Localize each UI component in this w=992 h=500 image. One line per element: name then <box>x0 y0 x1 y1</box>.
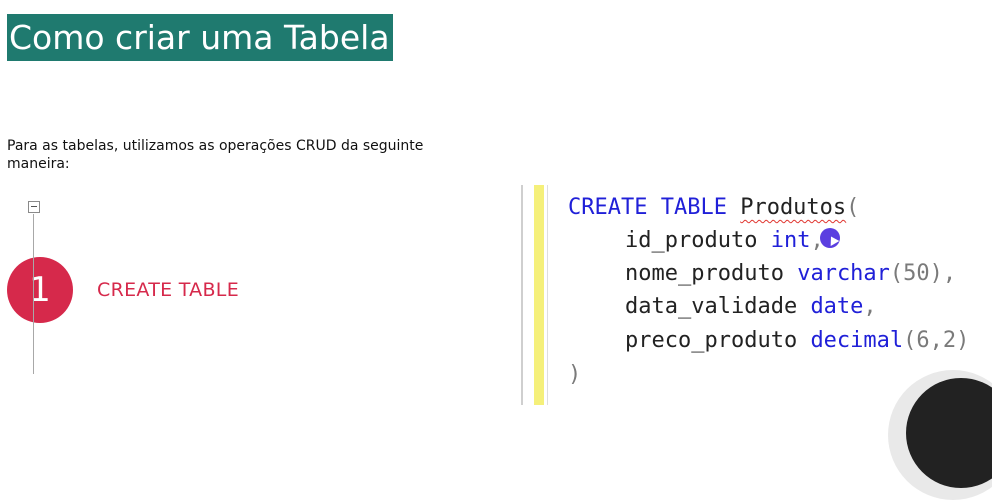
type-args-token: (6,2) <box>903 328 970 353</box>
column-name-token: data_validade <box>625 294 798 319</box>
code-line-5[interactable]: preco_produto decimal(6,2) <box>625 330 969 352</box>
outline-margin <box>547 185 548 405</box>
page-title: Como criar uma Tabela <box>9 18 390 57</box>
code-line-6[interactable]: ) <box>568 364 581 386</box>
step-label: CREATE TABLE <box>97 279 239 301</box>
code-line-3[interactable]: nome_produto varchar(50), <box>625 263 956 285</box>
type-token: date <box>810 294 864 319</box>
step-number-badge: 1 <box>7 257 73 323</box>
change-indicator-bar <box>534 185 544 405</box>
title-banner: Como criar uma Tabela <box>7 14 393 61</box>
editor-gutter <box>521 185 523 405</box>
code-line-2[interactable]: id_produto int, <box>625 230 824 252</box>
presenter-silhouette <box>906 378 992 488</box>
type-token: int <box>770 228 811 253</box>
code-punctuation: , <box>942 261 957 286</box>
intro-text: Para as tabelas, utilizamos as operações… <box>7 138 424 172</box>
column-name-token: nome_produto <box>625 261 784 286</box>
collapse-minus-icon[interactable] <box>28 201 40 213</box>
code-keyword: CREATE TABLE <box>568 195 727 220</box>
type-args-token: (50) <box>889 261 943 286</box>
code-line-4[interactable]: data_validade date, <box>625 296 877 318</box>
type-token: varchar <box>797 261 890 286</box>
table-name-token: Produtos <box>740 195 847 220</box>
code-punctuation: ) <box>568 362 582 387</box>
code-punctuation: , <box>863 294 877 319</box>
type-token: decimal <box>810 328 904 353</box>
column-name-token: preco_produto <box>625 328 798 353</box>
column-name-token: id_produto <box>625 228 758 253</box>
code-punctuation: ( <box>846 195 860 220</box>
code-line-1[interactable]: CREATE TABLE Produtos( <box>568 197 859 219</box>
fold-guide-line <box>33 214 34 374</box>
